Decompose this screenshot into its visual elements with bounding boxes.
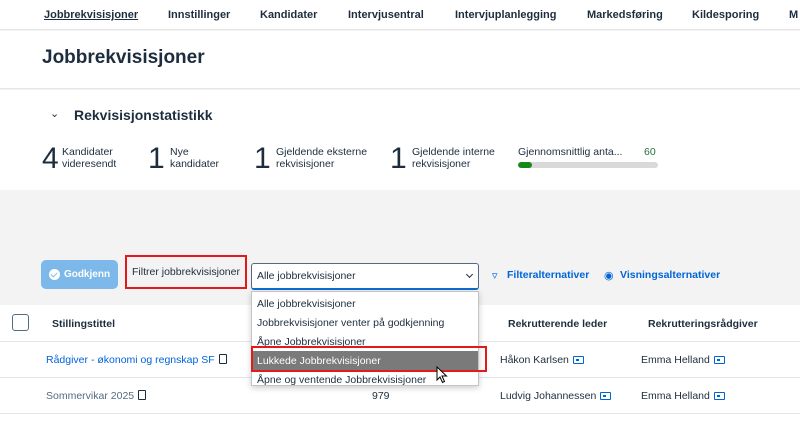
statistics-title[interactable]: Rekvisisjonstatistikk [74, 107, 213, 123]
advisor-name[interactable]: Emma Helland [641, 390, 725, 402]
view-options-button[interactable]: Visningsalternativer [620, 269, 720, 281]
check-circle-icon [48, 269, 60, 280]
page-header: Jobbrekvisisjoner [0, 31, 800, 89]
nav-item-kandidater[interactable]: Kandidater [260, 9, 317, 21]
nav-item-innstillinger[interactable]: Innstillinger [168, 9, 230, 21]
contact-card-icon[interactable] [713, 392, 725, 400]
column-header-manager[interactable]: Rekrutterende leder [508, 318, 607, 330]
stat-value: 1 [254, 142, 271, 175]
toolbar: Godkjenn Filtrer jobbrekvisisjoner Alle … [0, 255, 800, 295]
contact-card-icon[interactable] [713, 356, 725, 364]
filter-options-button[interactable]: Filteralternativer [507, 269, 589, 281]
filter-label: Filtrer jobbrekvisisjoner [125, 255, 247, 289]
select-value: Alle jobbrekvisisjoner [257, 270, 356, 282]
manager-name[interactable]: Ludvig Johannessen [500, 390, 612, 402]
contact-card-icon[interactable] [600, 392, 612, 400]
manager-name[interactable]: Håkon Karlsen [500, 354, 584, 366]
average-progress-fill [518, 162, 532, 168]
stat-label: Nye kandidater [170, 146, 220, 170]
average-value: 60 [644, 146, 656, 158]
nav-item-more[interactable]: M [789, 9, 798, 21]
stat-label: Kandidater videresendt [62, 146, 117, 170]
eye-icon[interactable]: ◉ [604, 269, 614, 282]
chevron-down-icon [465, 270, 474, 279]
copy-icon[interactable] [218, 354, 227, 364]
stat-label: Gjeldende eksterne rekvisisjoner [276, 146, 368, 170]
contact-card-icon[interactable] [572, 356, 584, 364]
highlight-box [251, 346, 487, 372]
stat-value: 4 [42, 142, 59, 175]
page-title: Jobbrekvisisjoner [42, 47, 205, 68]
statistics-panel: ⌄ Rekvisisjonstatistikk 4 Kandidater vide… [0, 90, 800, 190]
approve-button-label: Godkjenn [63, 269, 111, 280]
chevron-down-icon[interactable]: ⌄ [50, 107, 59, 120]
nav-item-markedsforing[interactable]: Markedsføring [587, 9, 663, 21]
nav-item-kildesporing[interactable]: Kildesporing [692, 9, 759, 21]
average-label: Gjennomsnittlig anta... [518, 146, 623, 158]
average-progress-bar [518, 162, 658, 168]
nav-item-intervjusentral[interactable]: Intervjusentral [348, 9, 424, 21]
requisition-id: 979 [372, 390, 390, 402]
top-navigation: Jobbrekvisisjoner Innstillinger Kandidat… [0, 0, 800, 30]
approve-button[interactable]: Godkjenn [41, 260, 118, 289]
mouse-cursor-icon [436, 366, 448, 384]
filter-icon[interactable]: ▿ [492, 269, 498, 282]
dropdown-option-pending[interactable]: Jobbrekvisisjoner venter på godkjenning [252, 313, 478, 332]
dropdown-option-all[interactable]: Alle jobbrekvisisjoner [252, 294, 478, 313]
requisition-filter-select[interactable]: Alle jobbrekvisisjoner [251, 263, 479, 290]
requisition-title[interactable]: Sommervikar 2025 [46, 390, 147, 402]
column-header-advisor[interactable]: Rekrutteringsrådgiver [648, 318, 758, 330]
stat-label: Gjeldende interne rekvisisjoner [412, 146, 495, 170]
stat-value: 1 [148, 142, 165, 175]
nav-item-jobbrekvisisjoner[interactable]: Jobbrekvisisjoner [44, 9, 138, 21]
advisor-name[interactable]: Emma Helland [641, 354, 725, 366]
stat-value: 1 [390, 142, 407, 175]
column-header-title[interactable]: Stillingstittel [52, 318, 115, 330]
select-all-checkbox[interactable] [12, 314, 29, 331]
copy-icon[interactable] [138, 390, 147, 400]
requisition-title-link[interactable]: Rådgiver - økonomi og regnskap SF [46, 354, 227, 366]
nav-item-intervjuplanlegging[interactable]: Intervjuplanlegging [455, 9, 556, 21]
